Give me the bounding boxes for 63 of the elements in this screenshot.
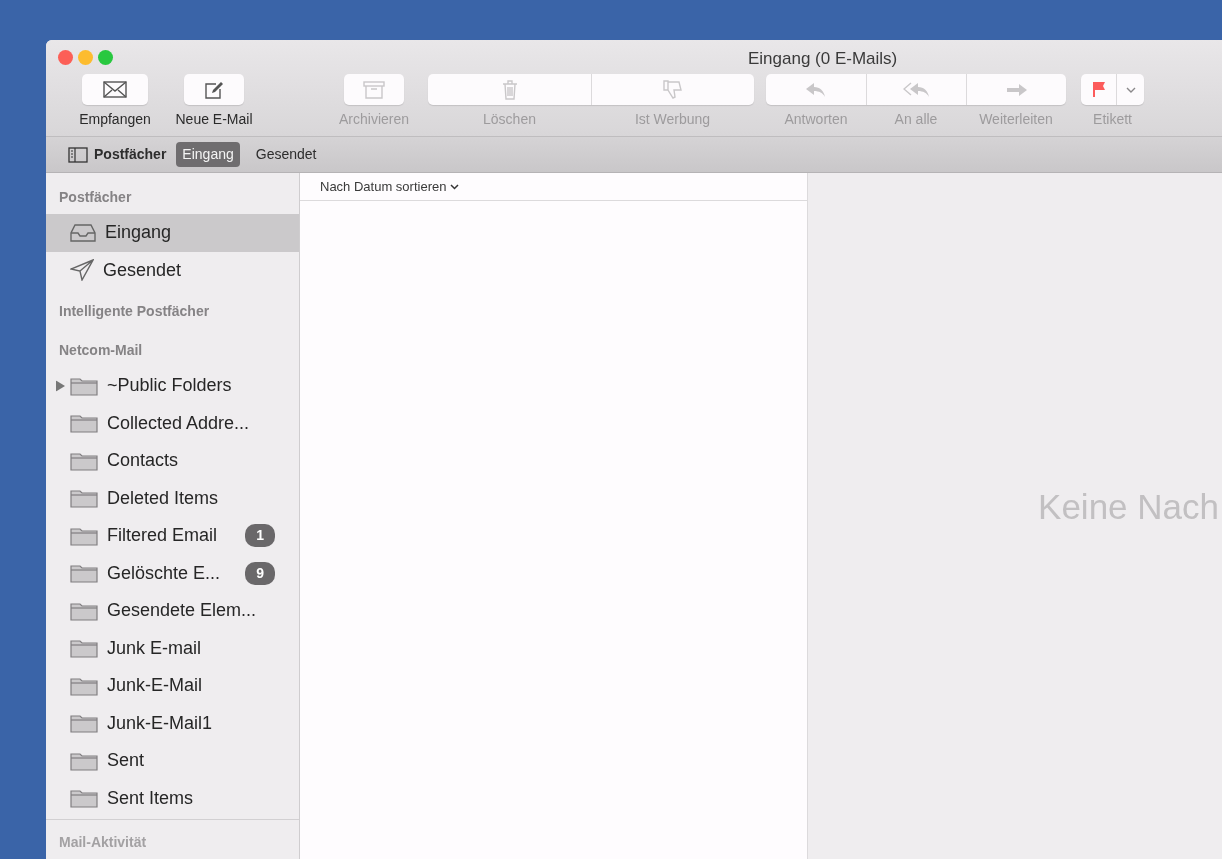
folder-icon (70, 563, 98, 584)
mailbox-item[interactable]: Gesendet (46, 251, 299, 289)
mailbox-item[interactable]: Filtered Email 1 (46, 517, 299, 555)
trash-icon (501, 79, 518, 100)
toolbar-label: Neue E-Mail (174, 110, 254, 129)
mailbox-item[interactable]: Sent Items (46, 779, 299, 817)
archive-box-icon (363, 80, 385, 99)
forward-arrow-icon (1005, 82, 1028, 97)
close-button[interactable] (58, 50, 73, 65)
toolbar-label: Antworten (783, 110, 849, 129)
unread-count: 9 (245, 561, 275, 585)
sidebar-toggle-button[interactable]: Postfächer (68, 144, 167, 165)
chevron-down-icon (1125, 86, 1136, 93)
mailbox-item[interactable]: Junk-E-Mail1 (46, 704, 299, 742)
mailbox-item[interactable]: ~Public Folders (46, 367, 299, 405)
zoom-button[interactable] (98, 50, 113, 65)
toolbar-label: Löschen (482, 110, 537, 129)
tray-icon (70, 223, 96, 242)
mailbox-item[interactable]: Contacts (46, 442, 299, 480)
toolbar-label: Ist Werbung (633, 110, 712, 129)
disclosure-triangle-icon[interactable] (56, 380, 65, 392)
folder-icon (70, 600, 98, 621)
favorite-mailbox[interactable]: Eingang (176, 142, 240, 167)
mailbox-item[interactable]: Sent (46, 742, 299, 780)
reply-all-arrow-icon (902, 81, 931, 98)
chevron-down-icon (450, 183, 460, 190)
section-heading: Netcom-Mail (58, 341, 144, 360)
envelope-icon (103, 81, 127, 98)
paper-plane-icon (70, 259, 94, 282)
window-title: Eingang (0 E-Mails) (748, 48, 898, 70)
section-heading: Intelligente Postfächer (58, 302, 211, 321)
toolbar-label: Weiterleiten (978, 110, 1054, 129)
mailbox-item[interactable]: Collected Addre... (46, 404, 299, 442)
favorite-mailbox[interactable]: Gesendet (249, 142, 323, 167)
toolbar-label: An alle (893, 110, 939, 129)
compose-icon (204, 80, 224, 99)
folder-icon (70, 713, 98, 734)
unread-count: 1 (245, 524, 275, 548)
toolbar-label: Etikett (1093, 110, 1132, 129)
section-heading: Postfächer (58, 188, 133, 207)
folder-icon (70, 450, 98, 471)
folder-icon (70, 788, 98, 809)
sort-menu[interactable]: Nach Datum sortieren (320, 176, 460, 197)
mailbox-item[interactable]: Gesendete Elem... (46, 592, 299, 630)
folder-icon (70, 525, 98, 546)
folder-icon (70, 675, 98, 696)
mailbox-item[interactable]: Junk E-mail (46, 629, 299, 667)
thumbs-down-icon (663, 80, 683, 99)
folder-icon (70, 750, 98, 771)
folder-icon (70, 638, 98, 659)
minimize-button[interactable] (78, 50, 93, 65)
sidebar-icon (68, 146, 88, 163)
mailbox-item[interactable]: Gelöschte E... 9 (46, 554, 299, 592)
reply-arrow-icon (805, 81, 827, 98)
mailbox-item[interactable]: Junk-E-Mail (46, 667, 299, 705)
folder-icon (70, 413, 98, 434)
mailbox-item[interactable]: Eingang (46, 214, 299, 252)
toolbar-label: Archivieren (338, 110, 410, 129)
mailbox-item[interactable]: Deleted Items (46, 479, 299, 517)
folder-icon (70, 375, 98, 396)
toolbar-label: Empfangen (78, 110, 152, 129)
section-heading: Mail-Aktivität (58, 833, 148, 852)
folder-icon (70, 488, 98, 509)
